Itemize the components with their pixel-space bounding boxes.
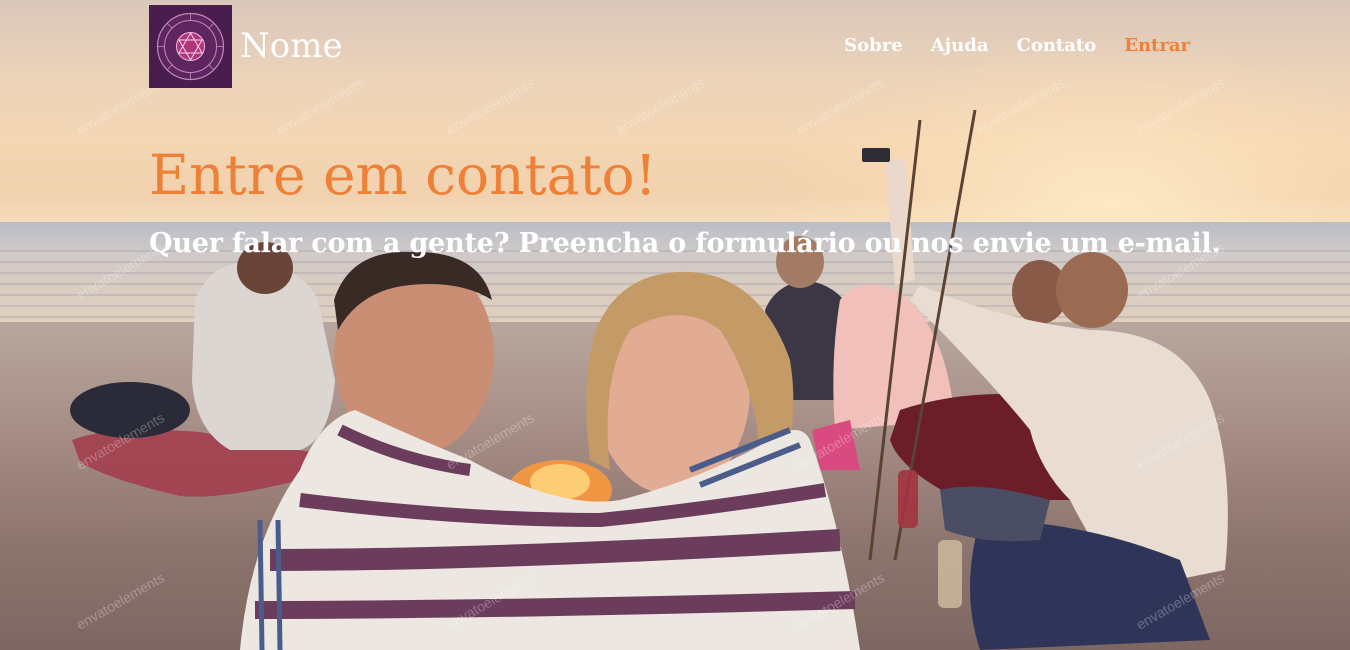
hero-background-photo: envatoelements envatoelements envatoelem… (0, 0, 1350, 650)
zodiac-wheel-icon (149, 5, 232, 88)
brand-name[interactable]: Nome (240, 24, 343, 68)
site-header: Nome Sobre Ajuda Contato Entrar (0, 0, 1350, 92)
page-subtitle: Quer falar com a gente? Preencha o formu… (149, 228, 1221, 259)
beach-people-illustration (70, 109, 1228, 650)
page-title: Entre em contato! (149, 143, 657, 207)
nav-link-contato[interactable]: Contato (1017, 34, 1097, 58)
nav-link-entrar[interactable]: Entrar (1124, 34, 1190, 58)
logo-link[interactable] (149, 5, 232, 88)
nav-link-sobre[interactable]: Sobre (844, 34, 903, 58)
main-nav: Sobre Ajuda Contato Entrar (844, 34, 1190, 58)
nav-link-ajuda[interactable]: Ajuda (931, 34, 989, 58)
